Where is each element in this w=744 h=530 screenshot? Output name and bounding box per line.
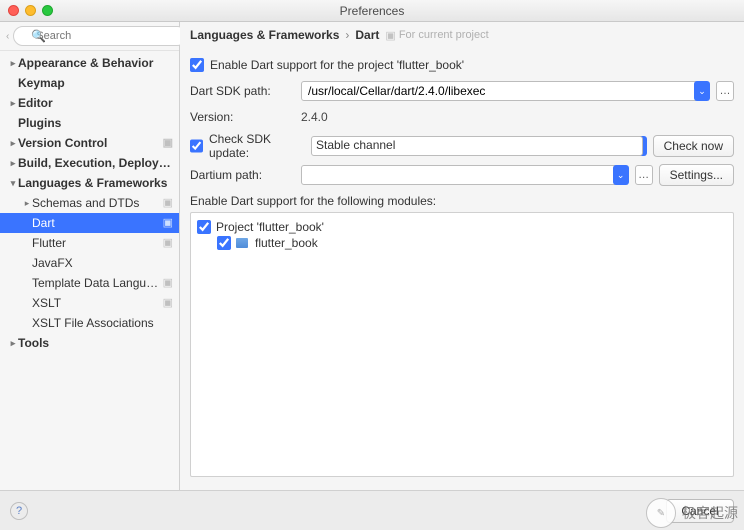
enable-dart-label: Enable Dart support for the project 'flu…: [210, 58, 464, 72]
project-scope-badge-icon: ▣: [163, 138, 173, 149]
sidebar-item-build-execution-deployment[interactable]: ▸Build, Execution, Deployment: [0, 153, 179, 173]
modules-label: Enable Dart support for the following mo…: [190, 194, 734, 208]
tree-arrow-icon: ▸: [8, 158, 18, 169]
project-scope-note: ▣ For current project: [385, 29, 488, 42]
sidebar-item-label: Editor: [18, 96, 173, 110]
tree-arrow-icon: ▸: [8, 338, 18, 349]
sidebar-item-label: Template Data Languages: [32, 276, 163, 290]
sidebar-item-languages-frameworks[interactable]: ▾Languages & Frameworks: [0, 173, 179, 193]
sidebar-item-tools[interactable]: ▸Tools: [0, 333, 179, 353]
help-button[interactable]: ?: [10, 502, 28, 520]
watermark-icon: ✎: [646, 498, 676, 528]
sidebar-item-editor[interactable]: ▸Editor: [0, 93, 179, 113]
tree-arrow-icon: ▸: [8, 58, 18, 69]
channel-value: Stable channel: [316, 138, 395, 152]
sidebar-item-label: Appearance & Behavior: [18, 56, 173, 70]
sidebar-item-schemas-and-dtds[interactable]: ▸Schemas and DTDs▣: [0, 193, 179, 213]
sidebar-item-label: Keymap: [18, 76, 173, 90]
sdk-path-label: Dart SDK path:: [190, 84, 295, 98]
enable-dart-checkbox[interactable]: [190, 58, 204, 72]
sidebar-item-label: Plugins: [18, 116, 173, 130]
watermark-text: 极客起源: [682, 503, 738, 523]
module-project-checkbox[interactable]: [197, 220, 211, 234]
window-titlebar: Preferences: [0, 0, 744, 22]
search-wrapper: ‹ 🔍: [0, 22, 179, 51]
breadcrumb-separator-icon: ›: [345, 28, 349, 42]
sidebar-item-label: XSLT: [32, 296, 163, 310]
project-scope-badge-icon: ▣: [163, 278, 173, 289]
sidebar-item-plugins[interactable]: Plugins: [0, 113, 179, 133]
sidebar-item-dart[interactable]: Dart▣: [0, 213, 179, 233]
project-scope-icon: ▣: [385, 29, 395, 42]
sidebar-item-label: Schemas and DTDs: [32, 196, 163, 210]
dartium-path-label: Dartium path:: [190, 168, 295, 182]
module-project-label: Project 'flutter_book': [216, 220, 324, 234]
sidebar-item-xslt-file-associations[interactable]: XSLT File Associations: [0, 313, 179, 333]
sidebar-item-label: Build, Execution, Deployment: [18, 156, 173, 170]
breadcrumb: Languages & Frameworks › Dart ▣ For curr…: [180, 22, 744, 48]
module-folder-icon: [236, 238, 248, 248]
preferences-sidebar: ‹ 🔍 ▸Appearance & BehaviorKeymap▸EditorP…: [0, 22, 180, 490]
sidebar-item-label: Languages & Frameworks: [18, 176, 173, 190]
sidebar-item-flutter[interactable]: Flutter▣: [0, 233, 179, 253]
module-child-label: flutter_book: [255, 236, 318, 250]
dartium-dropdown-icon[interactable]: ⌄: [613, 165, 629, 185]
version-value: 2.4.0: [301, 110, 328, 124]
sidebar-item-xslt[interactable]: XSLT▣: [0, 293, 179, 313]
sidebar-item-label: Version Control: [18, 136, 163, 150]
dartium-browse-button[interactable]: …: [635, 165, 653, 185]
sidebar-item-label: XSLT File Associations: [32, 316, 173, 330]
sdk-path-input[interactable]: [301, 81, 706, 101]
sdk-path-browse-button[interactable]: …: [716, 81, 734, 101]
dartium-settings-button[interactable]: Settings...: [659, 164, 734, 186]
modules-list: Project 'flutter_book' flutter_book: [190, 212, 734, 477]
check-sdk-label: Check SDK update:: [209, 132, 305, 160]
sidebar-tree: ▸Appearance & BehaviorKeymap▸EditorPlugi…: [0, 51, 179, 490]
search-history-chevron-icon[interactable]: ‹: [6, 31, 9, 42]
version-label: Version:: [190, 110, 295, 124]
channel-select[interactable]: Stable channel: [311, 136, 643, 156]
check-sdk-checkbox[interactable]: [190, 139, 203, 153]
tree-arrow-icon: ▸: [22, 198, 32, 209]
dartium-path-input[interactable]: [301, 165, 625, 185]
sidebar-item-javafx[interactable]: JavaFX: [0, 253, 179, 273]
sidebar-item-keymap[interactable]: Keymap: [0, 73, 179, 93]
module-child-row[interactable]: flutter_book: [197, 235, 727, 251]
tree-arrow-icon: ▸: [8, 138, 18, 149]
settings-btn-label: Settings...: [670, 168, 723, 182]
sidebar-item-label: Dart: [32, 216, 163, 230]
sidebar-item-label: JavaFX: [32, 256, 173, 270]
check-now-button[interactable]: Check now: [653, 135, 734, 157]
module-project-row[interactable]: Project 'flutter_book': [197, 219, 727, 235]
breadcrumb-current: Dart: [355, 28, 379, 42]
tree-arrow-icon: ▸: [8, 98, 18, 109]
sidebar-item-appearance-behavior[interactable]: ▸Appearance & Behavior: [0, 53, 179, 73]
sidebar-item-label: Flutter: [32, 236, 163, 250]
watermark: ✎ 极客起源: [646, 498, 738, 528]
project-scope-badge-icon: ▣: [163, 218, 173, 229]
sidebar-item-label: Tools: [18, 336, 173, 350]
check-now-label: Check now: [664, 139, 723, 153]
preferences-content: Languages & Frameworks › Dart ▣ For curr…: [180, 22, 744, 490]
dialog-footer: ? Cancel: [0, 490, 744, 530]
project-scope-badge-icon: ▣: [163, 298, 173, 309]
tree-arrow-icon: ▾: [8, 178, 18, 189]
sidebar-item-template-data-languages[interactable]: Template Data Languages▣: [0, 273, 179, 293]
sidebar-item-version-control[interactable]: ▸Version Control▣: [0, 133, 179, 153]
breadcrumb-root[interactable]: Languages & Frameworks: [190, 28, 339, 42]
project-scope-label: For current project: [399, 29, 489, 41]
sdk-path-dropdown-icon[interactable]: ⌄: [694, 81, 710, 101]
window-title: Preferences: [0, 4, 744, 18]
project-scope-badge-icon: ▣: [163, 238, 173, 249]
project-scope-badge-icon: ▣: [163, 198, 173, 209]
module-child-checkbox[interactable]: [217, 236, 231, 250]
